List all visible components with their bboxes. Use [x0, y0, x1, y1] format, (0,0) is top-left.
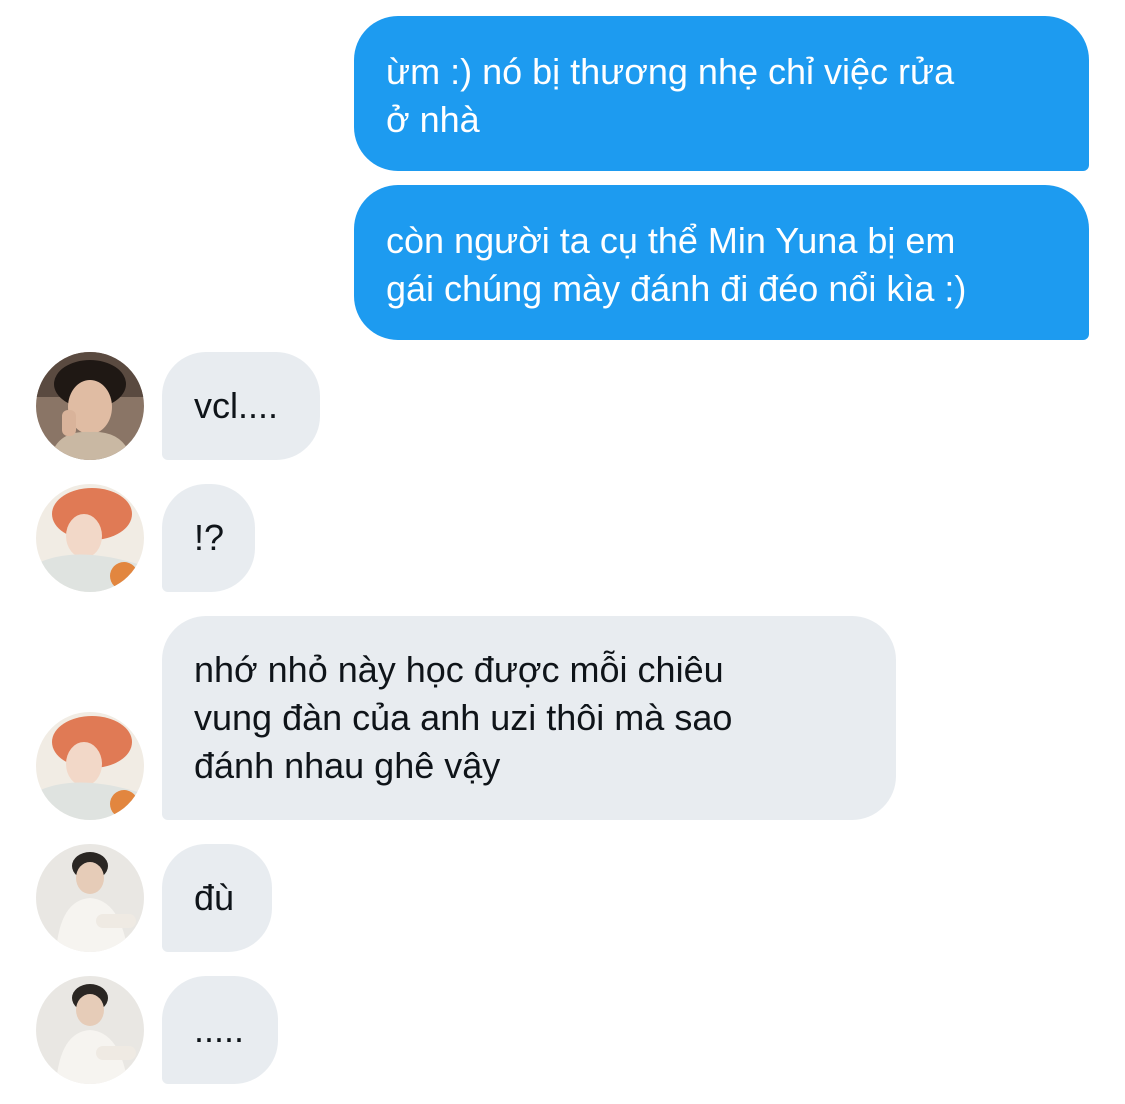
chat-conversation: ừm :) nó bị thương nhẹ chỉ việc rửa ở nh… — [0, 0, 1125, 1104]
sent-message-bubble[interactable]: ừm :) nó bị thương nhẹ chỉ việc rửa ở nh… — [354, 16, 1089, 171]
white-outfit-avatar[interactable] — [36, 844, 144, 952]
orange-hair-avatar[interactable] — [36, 712, 144, 820]
received-message-bubble[interactable]: !? — [162, 484, 255, 592]
dark-hair-hoodie-avatar[interactable] — [36, 352, 144, 460]
received-message-bubble[interactable]: nhớ nhỏ này học được mỗi chiêu vung đàn … — [162, 616, 896, 820]
white-outfit-avatar[interactable] — [36, 976, 144, 1084]
received-message-bubble[interactable]: ..... — [162, 976, 278, 1084]
received-message-bubble[interactable]: vcl.... — [162, 352, 320, 460]
received-message-bubble[interactable]: đù — [162, 844, 272, 952]
orange-hair-avatar[interactable] — [36, 484, 144, 592]
sent-message-bubble[interactable]: còn người ta cụ thể Min Yuna bị em gái c… — [354, 185, 1089, 340]
